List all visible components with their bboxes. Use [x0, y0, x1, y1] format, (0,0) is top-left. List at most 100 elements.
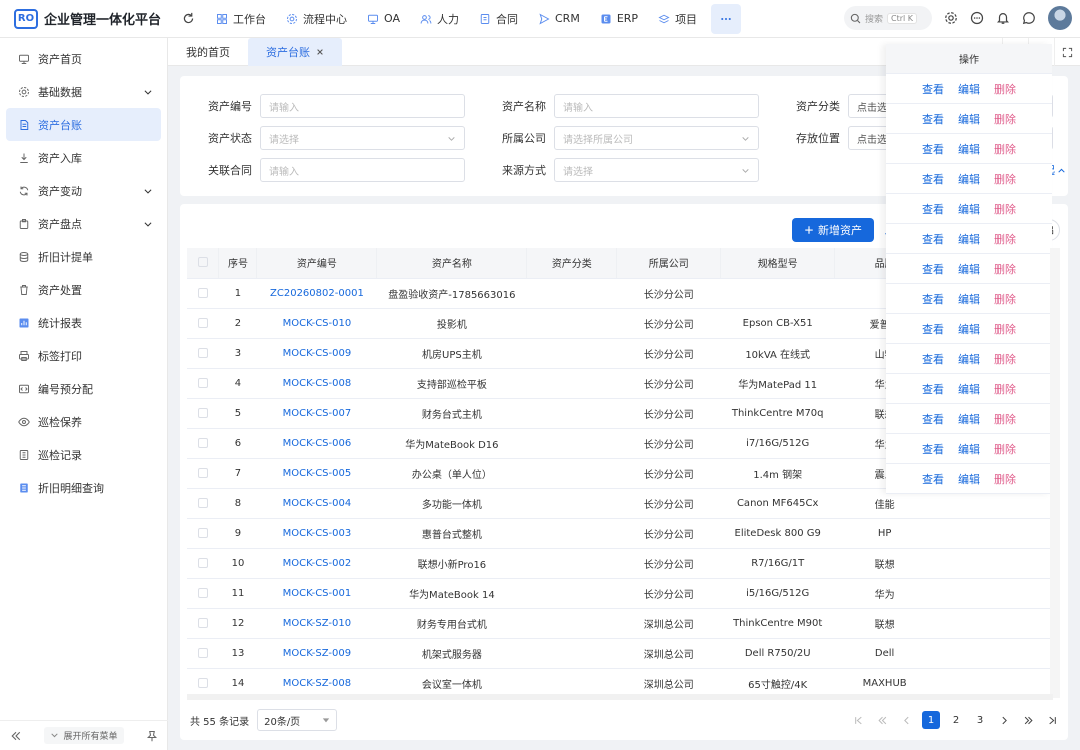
sidebar-item-1[interactable]: 基础数据 — [6, 75, 161, 108]
global-search[interactable]: 搜索 Ctrl K — [844, 6, 932, 30]
row-checkbox[interactable] — [197, 287, 208, 298]
cell-asset-code-link[interactable]: ZC20260802-0001 — [256, 278, 377, 309]
row-checkbox-cell[interactable] — [187, 578, 219, 609]
topnav-item-5[interactable]: CRM — [528, 4, 590, 34]
table-row[interactable]: 10 MOCK-CS-002 联想小新Pro16 长沙分公司 R7/16G/1T 联想 — [187, 548, 1050, 579]
pin-icon[interactable] — [146, 730, 158, 742]
sidebar-item-6[interactable]: 折旧计提单 — [6, 240, 161, 273]
row-checkbox-cell[interactable] — [187, 398, 219, 429]
edit-link[interactable]: 编辑 — [958, 171, 980, 187]
cell-asset-code-link[interactable]: MOCK-CS-006 — [256, 428, 377, 459]
view-link[interactable]: 查看 — [922, 261, 944, 277]
horizontal-scrollbar[interactable] — [187, 694, 1053, 700]
row-checkbox[interactable] — [197, 317, 208, 328]
refresh-icon[interactable] — [176, 12, 200, 25]
more-menu-button[interactable] — [711, 3, 742, 34]
row-checkbox-cell[interactable] — [187, 278, 219, 309]
cell-asset-code-link[interactable]: MOCK-SZ-010 — [256, 608, 377, 639]
next-page-button[interactable] — [996, 711, 1012, 729]
select-all-checkbox[interactable] — [197, 257, 208, 268]
row-checkbox-cell[interactable] — [187, 368, 219, 399]
asset-name-input[interactable]: 请输入 — [554, 94, 759, 118]
row-checkbox-cell[interactable] — [187, 428, 219, 459]
prev-page-button[interactable] — [898, 711, 914, 729]
row-checkbox[interactable] — [197, 647, 208, 658]
user-avatar[interactable] — [1048, 6, 1072, 30]
sidebar-item-4[interactable]: 资产变动 — [6, 174, 161, 207]
row-checkbox-cell[interactable] — [187, 518, 219, 549]
edit-link[interactable]: 编辑 — [958, 321, 980, 337]
sidebar-item-8[interactable]: 统计报表 — [6, 306, 161, 339]
edit-link[interactable]: 编辑 — [958, 441, 980, 457]
collapse-sidebar-icon[interactable] — [10, 730, 22, 742]
topnav-item-2[interactable]: OA — [357, 4, 410, 34]
topnav-item-3[interactable]: 人力 — [410, 4, 469, 34]
delete-link[interactable]: 删除 — [994, 471, 1016, 487]
edit-link[interactable]: 编辑 — [958, 201, 980, 217]
first-page-button[interactable] — [850, 711, 866, 729]
delete-link[interactable]: 删除 — [994, 141, 1016, 157]
message-icon[interactable] — [970, 11, 984, 25]
view-link[interactable]: 查看 — [922, 291, 944, 307]
column-header[interactable]: 资产编号 — [256, 248, 378, 279]
expand-all-menus-button[interactable]: 展开所有菜单 — [44, 727, 124, 744]
edit-link[interactable]: 编辑 — [958, 411, 980, 427]
row-checkbox-cell[interactable] — [187, 608, 219, 639]
sidebar-item-2[interactable]: 资产台账 — [6, 108, 161, 141]
column-header[interactable]: 所属公司 — [616, 248, 722, 279]
cell-asset-code-link[interactable]: MOCK-CS-003 — [256, 518, 377, 549]
row-checkbox[interactable] — [197, 377, 208, 388]
sidebar-item-9[interactable]: 标签打印 — [6, 339, 161, 372]
sidebar-item-10[interactable]: 编号预分配 — [6, 372, 161, 405]
select-all-checkbox-cell[interactable] — [187, 248, 220, 279]
edit-link[interactable]: 编辑 — [958, 261, 980, 277]
next-group-button[interactable] — [1020, 711, 1036, 729]
view-link[interactable]: 查看 — [922, 81, 944, 97]
row-checkbox[interactable] — [197, 407, 208, 418]
row-checkbox[interactable] — [197, 437, 208, 448]
row-checkbox-cell[interactable] — [187, 638, 219, 669]
edit-link[interactable]: 编辑 — [958, 291, 980, 307]
delete-link[interactable]: 删除 — [994, 81, 1016, 97]
row-checkbox[interactable] — [197, 527, 208, 538]
settings-icon[interactable] — [944, 11, 958, 25]
table-row[interactable]: 12 MOCK-SZ-010 财务专用台式机 深圳总公司 ThinkCentre M90… — [187, 608, 1050, 639]
tab-home[interactable]: 我的首页 — [168, 38, 248, 66]
delete-link[interactable]: 删除 — [994, 171, 1016, 187]
delete-link[interactable]: 删除 — [994, 111, 1016, 127]
app-logo[interactable]: RO 企业管理一体化平台 — [0, 8, 168, 29]
cell-asset-code-link[interactable]: MOCK-CS-010 — [256, 308, 377, 339]
topnav-item-6[interactable]: ERP — [590, 4, 648, 34]
view-link[interactable]: 查看 — [922, 411, 944, 427]
view-link[interactable]: 查看 — [922, 381, 944, 397]
cell-asset-code-link[interactable]: MOCK-CS-007 — [256, 398, 377, 429]
column-header[interactable]: 序号 — [218, 248, 258, 279]
view-link[interactable]: 查看 — [922, 321, 944, 337]
topnav-item-0[interactable]: 工作台 — [206, 4, 276, 34]
cell-asset-code-link[interactable]: MOCK-CS-004 — [256, 488, 377, 519]
delete-link[interactable]: 删除 — [994, 201, 1016, 217]
topnav-item-4[interactable]: 合同 — [469, 4, 528, 34]
edit-link[interactable]: 编辑 — [958, 381, 980, 397]
asset-status-select[interactable]: 请选择 — [260, 126, 465, 150]
view-link[interactable]: 查看 — [922, 351, 944, 367]
row-checkbox[interactable] — [197, 677, 208, 688]
chat-icon[interactable] — [1022, 11, 1036, 25]
sidebar-item-0[interactable]: 资产首页 — [6, 42, 161, 75]
topnav-item-7[interactable]: 项目 — [648, 4, 707, 34]
edit-link[interactable]: 编辑 — [958, 471, 980, 487]
vertical-scrollbar[interactable] — [1050, 248, 1060, 698]
row-checkbox[interactable] — [197, 347, 208, 358]
delete-link[interactable]: 删除 — [994, 291, 1016, 307]
close-tab-icon[interactable] — [316, 48, 324, 56]
row-checkbox-cell[interactable] — [187, 548, 219, 579]
page-number-button[interactable]: 3 — [972, 711, 988, 729]
view-link[interactable]: 查看 — [922, 471, 944, 487]
sidebar-item-11[interactable]: 巡检保养 — [6, 405, 161, 438]
contract-input[interactable]: 请输入 — [260, 158, 465, 182]
delete-link[interactable]: 删除 — [994, 411, 1016, 427]
cell-asset-code-link[interactable]: MOCK-CS-005 — [256, 458, 377, 489]
row-checkbox[interactable] — [197, 557, 208, 568]
view-link[interactable]: 查看 — [922, 111, 944, 127]
edit-link[interactable]: 编辑 — [958, 231, 980, 247]
